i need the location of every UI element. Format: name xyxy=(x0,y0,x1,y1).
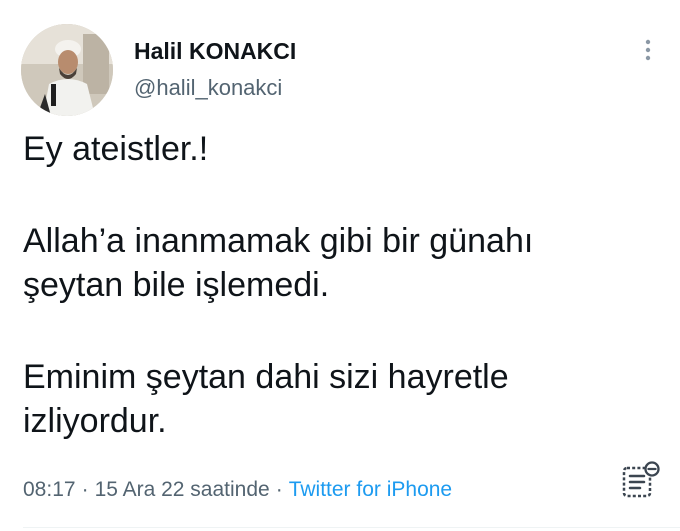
vertical-ellipsis-icon xyxy=(645,39,651,61)
view-analytics-button[interactable] xyxy=(620,460,662,502)
tweet-line: Allah’a inanmamak gibi bir günahı xyxy=(23,222,534,260)
view-tweet-analytics-icon xyxy=(622,461,660,498)
divider xyxy=(23,527,680,528)
tweet-line: izliyordur. xyxy=(23,402,167,440)
meta-separator: · xyxy=(275,478,283,501)
tweet-line: Eminim şeytan dahi sizi hayretle xyxy=(23,358,509,396)
tweet-line: şeytan bile işlemedi. xyxy=(23,266,330,304)
tweet-meta: 08:17 · 15 Ara 22 saatinde · Twitter for iPh… xyxy=(23,478,452,502)
avatar[interactable] xyxy=(21,24,113,116)
tweet-line: Ey ateistler.! xyxy=(23,130,209,168)
tweet-time[interactable]: 08:17 xyxy=(23,478,76,501)
more-options-button[interactable] xyxy=(636,36,660,64)
tweet-text: Ey ateistler.! Allah’a inanmamak gibi bi… xyxy=(23,127,663,443)
tweet-source-link[interactable]: Twitter for iPhone xyxy=(289,478,452,501)
meta-separator: · xyxy=(81,478,89,501)
tweet: Halil KONAKCI @halil_konakci Ey ateistle… xyxy=(0,0,680,531)
author-handle[interactable]: @halil_konakci xyxy=(134,75,282,101)
tweet-date[interactable]: 15 Ara 22 saatinde xyxy=(95,478,270,501)
author-display-name[interactable]: Halil KONAKCI xyxy=(134,38,296,65)
avatar-photo xyxy=(21,24,113,116)
